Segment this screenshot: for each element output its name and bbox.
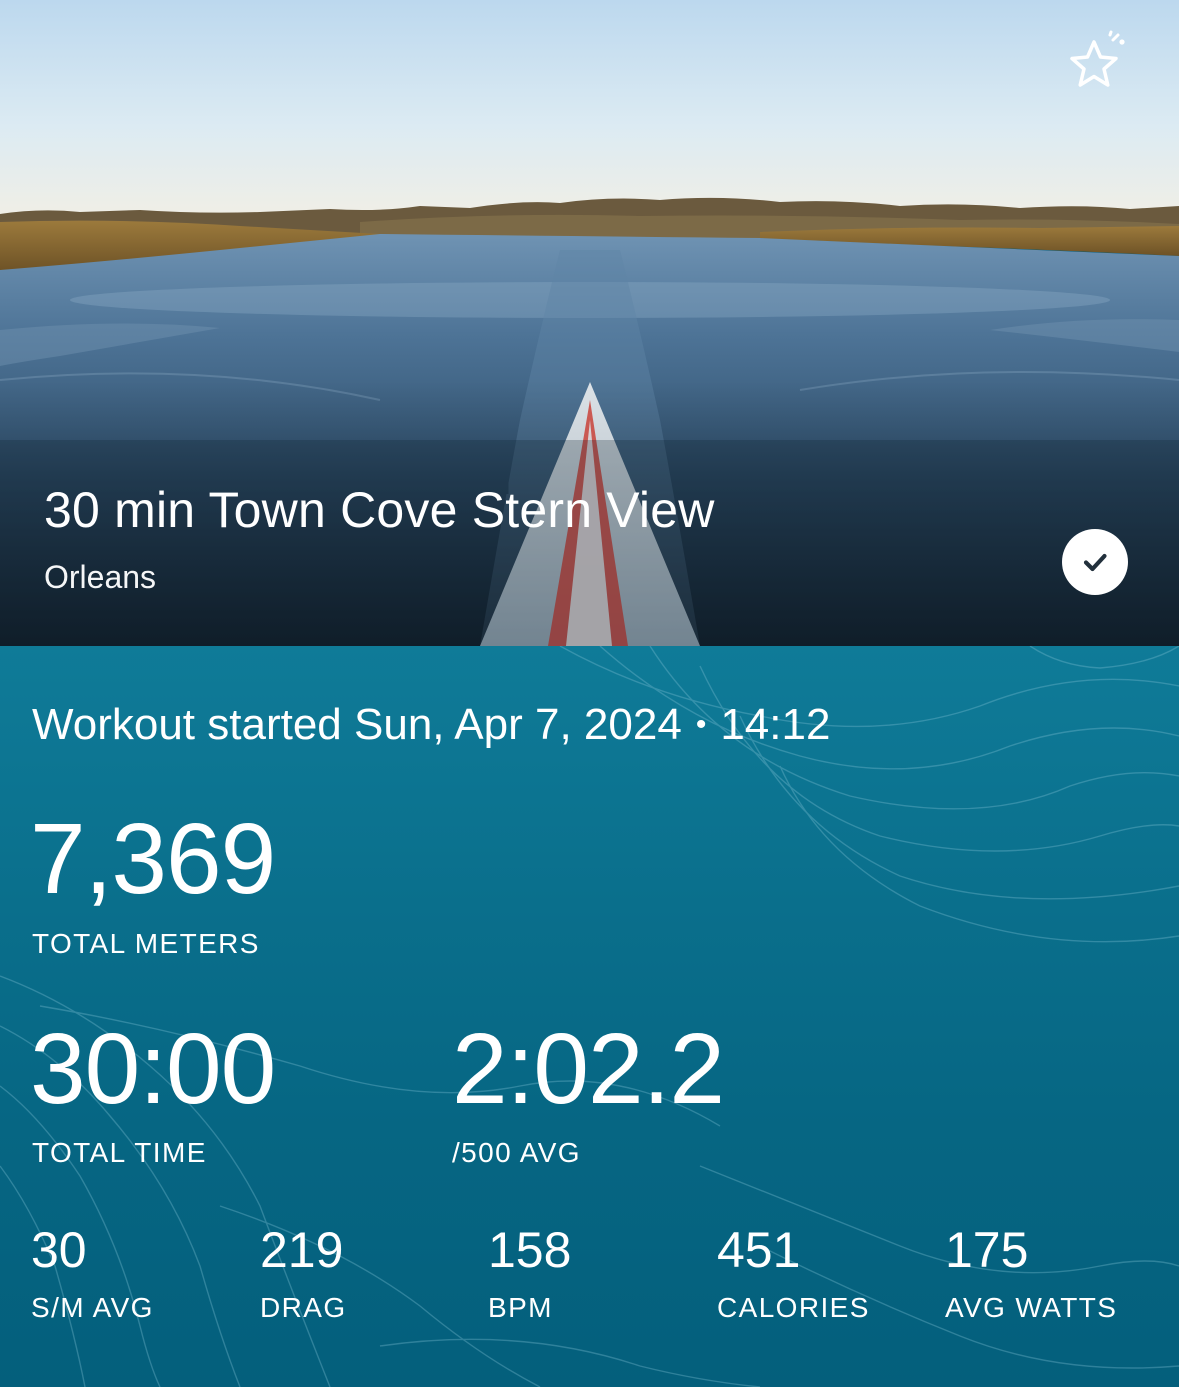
avg-watts-label: AVG WATTS [945,1292,1118,1323]
drag-label: DRAG [260,1292,347,1323]
heart-rate-label: BPM [488,1292,553,1323]
workout-time: 14:12 [720,700,831,749]
pace-avg-label: /500 AVG [452,1137,581,1168]
stroke-rate-value: 30 [31,1222,87,1278]
hero-image-section: 30 min Town Cove Stern View Orleans [0,0,1179,646]
total-time-value: 30:00 [30,1013,276,1125]
favorite-button[interactable] [1058,30,1134,100]
drag-value: 219 [260,1222,344,1278]
workout-started-prefix: Workout started [32,700,342,749]
workout-location: Orleans [44,559,157,595]
workout-title: 30 min Town Cove Stern View [44,482,715,538]
total-meters-label: TOTAL METERS [32,928,260,959]
workout-summary-screen: 30 min Town Cove Stern View Orleans Work… [0,0,1179,1387]
datetime-separator: • [695,708,707,741]
calories-value: 451 [717,1222,801,1278]
star-sparkle-icon [1070,30,1125,87]
total-meters-value: 7,369 [30,803,276,915]
checkmark-icon [1083,553,1107,572]
workout-date: Sun, Apr 7, 2024 [354,700,682,749]
total-time-label: TOTAL TIME [32,1137,207,1168]
pace-avg-value: 2:02.2 [452,1013,725,1125]
rowing-scene-image [0,0,1179,646]
workout-stats-panel: Workout started Sun, Apr 7, 2024 • 14:12 7… [0,646,1179,1387]
workout-start-datetime: Workout started Sun, Apr 7, 2024 • 14:12 [32,698,830,752]
stroke-rate-label: S/M AVG [31,1292,154,1323]
avg-watts-value: 175 [945,1222,1029,1278]
heart-rate-value: 158 [488,1222,572,1278]
completed-badge [1062,529,1128,595]
calories-label: CALORIES [717,1292,870,1323]
